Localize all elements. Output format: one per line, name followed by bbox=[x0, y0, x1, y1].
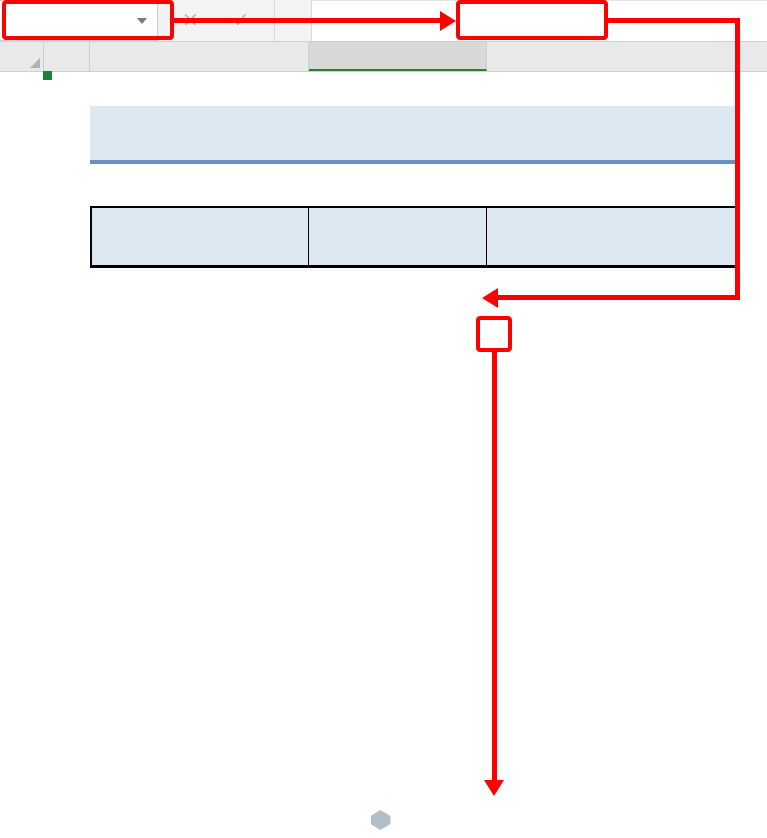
formula-input[interactable] bbox=[312, 0, 767, 41]
table-header-row bbox=[92, 208, 737, 266]
watermark bbox=[371, 810, 397, 830]
select-all-corner[interactable] bbox=[0, 42, 44, 71]
cells-area[interactable] bbox=[44, 72, 767, 838]
formula-bar: ✕ ✓ bbox=[0, 0, 767, 42]
name-box-dropdown-icon[interactable] bbox=[137, 18, 147, 24]
enter-icon[interactable]: ✓ bbox=[233, 8, 250, 33]
watermark-icon bbox=[371, 810, 391, 830]
active-cell-outline bbox=[44, 72, 50, 78]
cancel-icon[interactable]: ✕ bbox=[182, 8, 199, 33]
column-headers bbox=[0, 42, 767, 72]
column-header-c[interactable] bbox=[309, 42, 487, 71]
formula-bar-buttons: ✕ ✓ bbox=[158, 0, 275, 41]
column-header-a[interactable] bbox=[44, 42, 90, 71]
header-currency-symbols[interactable] bbox=[487, 208, 737, 266]
header-get-currency[interactable] bbox=[309, 208, 487, 266]
data-table bbox=[90, 206, 739, 268]
column-header-d[interactable] bbox=[487, 42, 739, 71]
fill-handle[interactable] bbox=[43, 71, 52, 80]
insert-function-button[interactable] bbox=[275, 0, 312, 41]
column-header-b[interactable] bbox=[90, 42, 309, 71]
spreadsheet-grid bbox=[0, 72, 767, 838]
header-currency-format[interactable] bbox=[92, 208, 309, 266]
name-box[interactable] bbox=[0, 0, 158, 41]
title-cell[interactable] bbox=[90, 106, 739, 164]
